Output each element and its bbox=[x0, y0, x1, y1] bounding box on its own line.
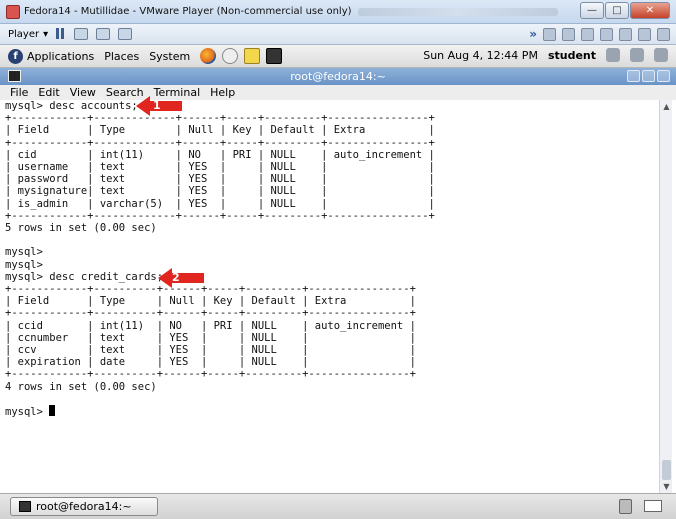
scroll-up-icon[interactable]: ▲ bbox=[661, 101, 672, 112]
vmware-toolbar: Player ▾ » bbox=[0, 24, 676, 45]
mail-client-icon[interactable] bbox=[222, 48, 239, 64]
annotation-arrow-2-shape bbox=[158, 268, 204, 288]
terminal-window-icon bbox=[8, 70, 21, 82]
notes-icon[interactable] bbox=[244, 48, 261, 64]
terminal-line: | is_admin | varchar(5) | YES | | NULL |… bbox=[5, 197, 435, 210]
user-menu[interactable]: student bbox=[548, 49, 596, 62]
display-icon[interactable] bbox=[657, 27, 670, 41]
terminal-titlebar: root@fedora14:~ bbox=[0, 68, 676, 85]
terminal-cursor bbox=[49, 405, 56, 417]
chevron-down-icon: ▾ bbox=[43, 28, 49, 40]
bottom-taskbar: root@fedora14:~ bbox=[0, 493, 676, 519]
scroll-thumb[interactable] bbox=[662, 460, 671, 480]
terminal-line: | expiration | date | YES | | NULL | | bbox=[5, 356, 416, 369]
terminal-task-icon bbox=[19, 501, 31, 512]
vmware-window-title: Fedora14 - Mutillidae - VMware Player (N… bbox=[24, 6, 352, 17]
fedora-logo-icon: f bbox=[8, 48, 23, 64]
terminal-line: | ccid | int(11) | NO | PRI | NULL | aut… bbox=[5, 319, 416, 332]
vmware-app-icon bbox=[6, 4, 20, 19]
unity-icon[interactable] bbox=[118, 28, 133, 40]
workspace-switcher-icon[interactable] bbox=[644, 500, 662, 512]
fullscreen-icon[interactable] bbox=[96, 28, 111, 40]
menu-help[interactable]: Help bbox=[210, 86, 235, 99]
gnome-top-panel: f Applications Places System Sun Aug 4, … bbox=[0, 45, 676, 68]
terminal-text: mysql> desc accounts; +------------+-----… bbox=[3, 100, 659, 418]
panel-tray: Sun Aug 4, 12:44 PM student bbox=[423, 48, 668, 62]
terminal-line: +------------+-------------+------+-----… bbox=[5, 136, 435, 149]
minimize-button[interactable]: — bbox=[580, 2, 604, 19]
firefox-icon[interactable] bbox=[200, 48, 217, 64]
trash-icon[interactable] bbox=[619, 499, 632, 514]
menu-view[interactable]: View bbox=[70, 86, 96, 99]
terminal-minimize-button[interactable] bbox=[627, 70, 640, 82]
places-menu[interactable]: Places bbox=[104, 50, 139, 63]
terminal-line: +------------+----------+------+-----+--… bbox=[5, 368, 416, 381]
close-button[interactable]: ✕ bbox=[630, 2, 670, 19]
terminal-output[interactable]: mysql> desc accounts; +------------+-----… bbox=[3, 100, 659, 493]
terminal-line: 5 rows in set (0.00 sec) bbox=[5, 222, 157, 235]
terminal-line: mysql> bbox=[5, 405, 659, 418]
terminal-line: mysql> bbox=[5, 258, 43, 271]
terminal-line: | password | text | YES | | NULL | | bbox=[5, 173, 435, 186]
terminal-window-controls bbox=[627, 70, 670, 82]
terminal-line: | cid | int(11) | NO | PRI | NULL | auto… bbox=[5, 148, 435, 161]
terminal-line: +------------+----------+------+-----+--… bbox=[5, 283, 416, 296]
terminal-line: mysql> desc credit_cards; bbox=[5, 270, 164, 283]
player-menu-button[interactable]: Player ▾ bbox=[8, 29, 48, 40]
annotation-label-2: 2 bbox=[172, 271, 180, 284]
blurred-title-region bbox=[357, 7, 558, 16]
terminal-line: +------------+----------+------+-----+--… bbox=[5, 307, 416, 320]
terminal-line: mysql> desc accounts; bbox=[5, 100, 138, 112]
network-status-icon[interactable] bbox=[654, 48, 668, 62]
annotation-label-1: 1 bbox=[153, 99, 161, 112]
sound-icon[interactable] bbox=[638, 27, 651, 41]
device-tray: » bbox=[529, 27, 670, 41]
terminal-line: | Field | Type | Null | Key | Default | … bbox=[5, 295, 416, 308]
network-icon[interactable] bbox=[543, 27, 556, 41]
terminal-line: mysql> bbox=[5, 246, 43, 259]
floppy-icon[interactable] bbox=[581, 27, 594, 41]
terminal-launcher-icon[interactable] bbox=[266, 48, 283, 64]
terminal-line: | Field | Type | Null | Key | Default | … bbox=[5, 124, 435, 137]
annotation-arrow-2 bbox=[158, 268, 204, 288]
terminal-line: | ccnumber | text | YES | | NULL | | bbox=[5, 331, 416, 344]
terminal-line: +------------+-------------+------+-----… bbox=[5, 209, 435, 222]
system-menu[interactable]: System bbox=[149, 50, 190, 63]
applications-menu[interactable]: Applications bbox=[27, 50, 94, 63]
clock[interactable]: Sun Aug 4, 12:44 PM bbox=[423, 49, 538, 62]
taskbar-terminal-label: root@fedora14:~ bbox=[36, 500, 132, 513]
printer-icon[interactable] bbox=[619, 27, 632, 41]
terminal-maximize-button[interactable] bbox=[642, 70, 655, 82]
vmware-titlebar: Fedora14 - Mutillidae - VMware Player (N… bbox=[0, 0, 676, 24]
pause-icon[interactable] bbox=[56, 28, 66, 40]
terminal-line: | ccv | text | YES | | NULL | | bbox=[5, 344, 416, 357]
terminal-line: 4 rows in set (0.00 sec) bbox=[5, 380, 157, 393]
menu-file[interactable]: File bbox=[10, 86, 28, 99]
terminal-menubar: File Edit View Search Terminal Help bbox=[0, 85, 676, 100]
cd-icon[interactable] bbox=[562, 27, 575, 41]
bluetooth-icon[interactable] bbox=[630, 48, 644, 62]
terminal-title: root@fedora14:~ bbox=[290, 70, 386, 83]
double-chevron-icon[interactable]: » bbox=[529, 27, 537, 41]
terminal-line: +------------+-------------+------+-----… bbox=[5, 112, 435, 125]
window-controls: — □ ✕ bbox=[580, 2, 670, 19]
menu-edit[interactable]: Edit bbox=[38, 86, 59, 99]
maximize-button[interactable]: □ bbox=[605, 2, 629, 19]
taskbar-terminal-button[interactable]: root@fedora14:~ bbox=[10, 497, 158, 516]
scroll-down-icon[interactable]: ▼ bbox=[661, 481, 672, 492]
terminal-scrollbar[interactable]: ▲ ▼ bbox=[659, 100, 672, 493]
usb-icon[interactable] bbox=[600, 27, 613, 41]
player-menu-label: Player bbox=[8, 28, 40, 40]
terminal-line: | username | text | YES | | NULL | | bbox=[5, 161, 435, 174]
terminal-close-button[interactable] bbox=[657, 70, 670, 82]
send-keys-icon[interactable] bbox=[74, 28, 89, 40]
terminal-line: | mysignature| text | YES | | NULL | | bbox=[5, 185, 435, 198]
volume-icon[interactable] bbox=[606, 48, 620, 62]
